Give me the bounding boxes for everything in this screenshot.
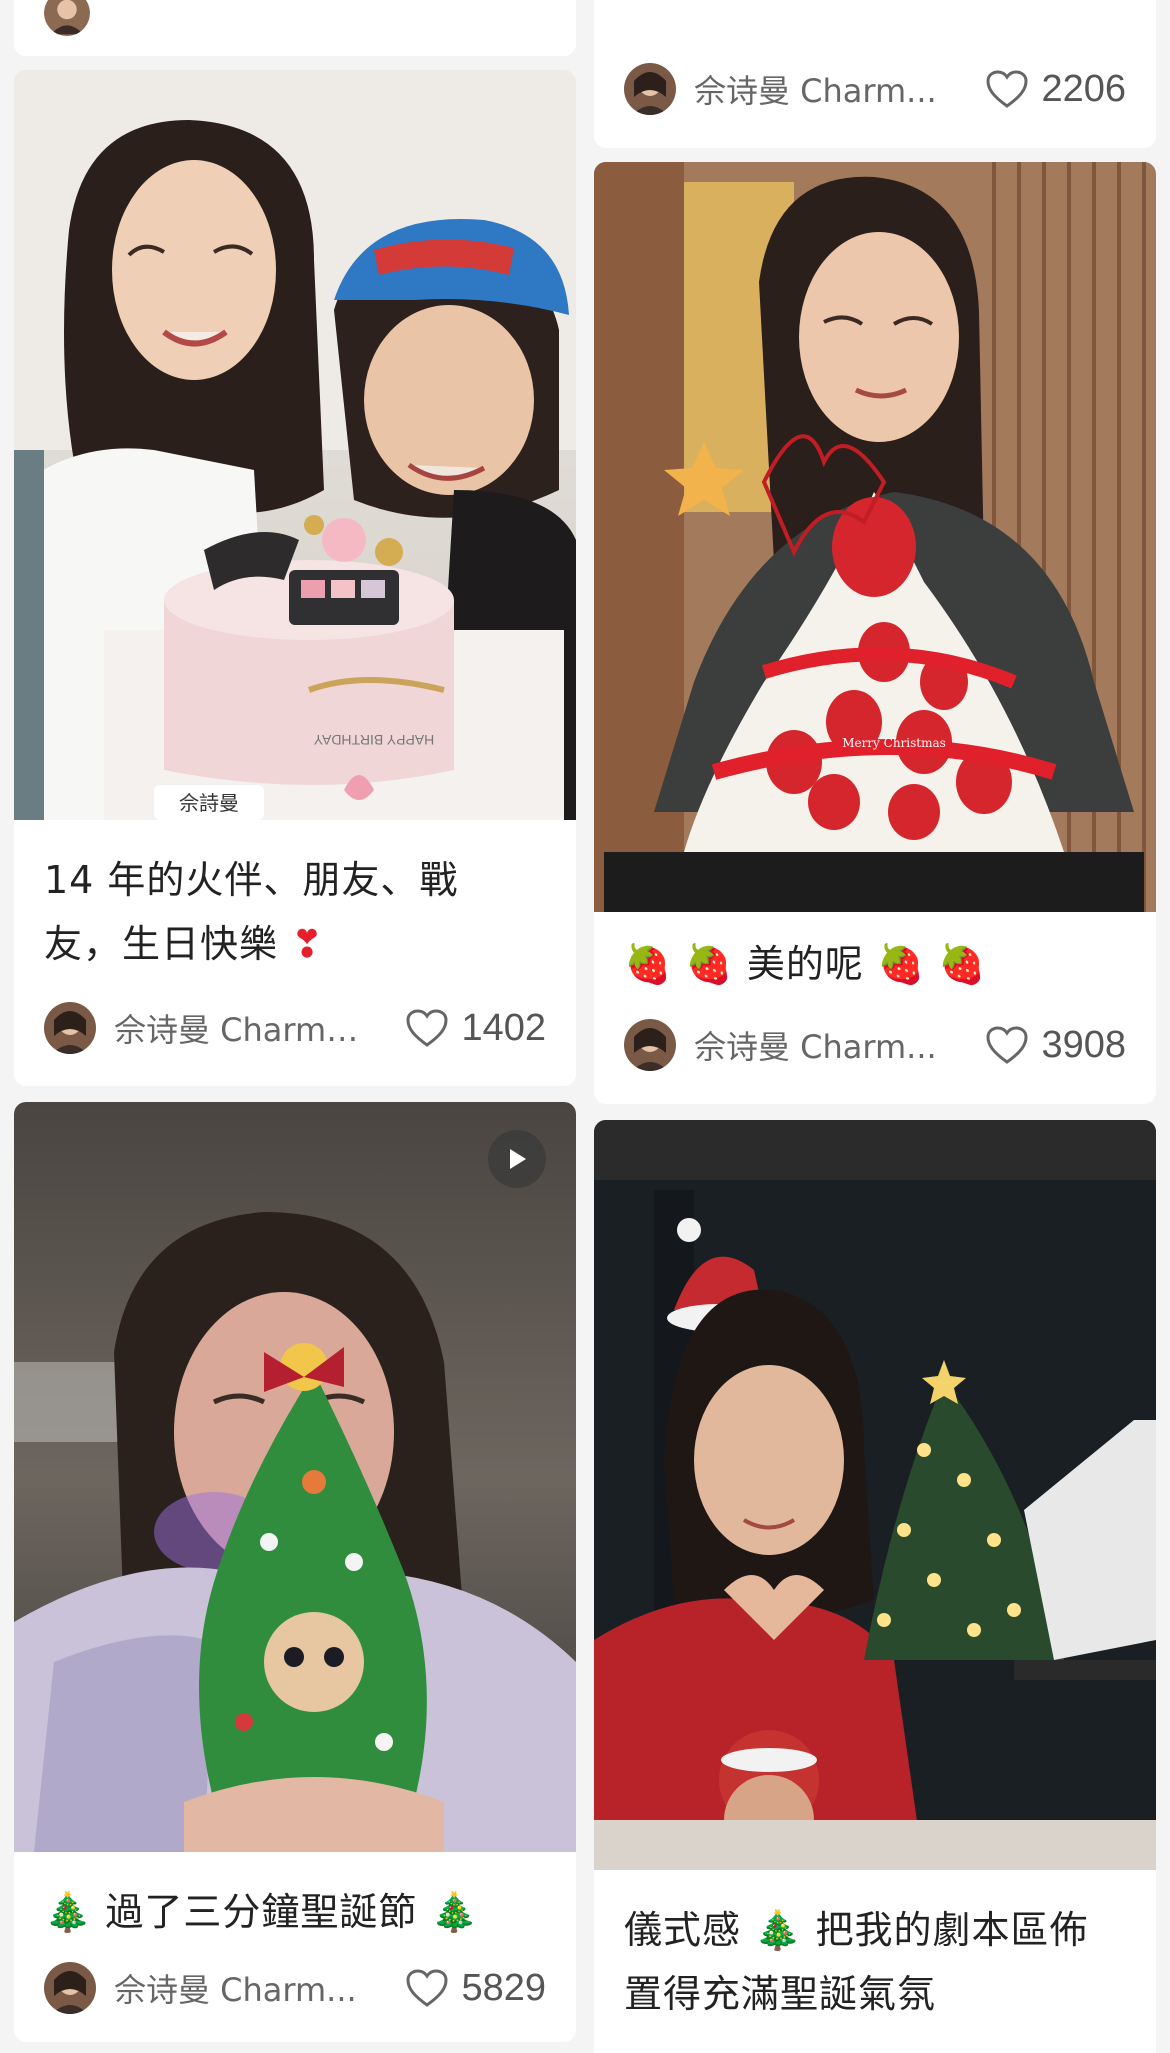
author-avatar[interactable] xyxy=(44,0,90,36)
heart-exclamation-emoji: ❣ xyxy=(291,922,324,966)
post-title-part-2: 把我的劇本區佈 xyxy=(815,1908,1089,1952)
svg-text:Merry Christmas: Merry Christmas xyxy=(842,736,946,750)
birthday-photo: HAPPY BIRTHDAY 佘詩曼 xyxy=(14,70,576,820)
svg-text:HAPPY BIRTHDAY: HAPPY BIRTHDAY xyxy=(313,732,434,748)
author-name[interactable]: 佘诗曼 Charm... xyxy=(694,1022,954,1068)
post-meta: 佘诗曼 Charm... 3908 xyxy=(624,1017,1126,1073)
post-title-line-1: 14 年的火伴、朋友、戰 xyxy=(44,858,459,902)
post-video-thumbnail[interactable] xyxy=(14,1102,576,1852)
post-title-line-2: 友，生日快樂 ❣ xyxy=(44,912,550,976)
strawberry-emoji: 🍓 xyxy=(876,942,926,986)
post-meta: 佘诗曼 Charma... 1402 xyxy=(44,1000,546,1056)
play-icon xyxy=(510,1149,526,1169)
post-title-part-1: 儀式感 xyxy=(624,1908,742,1952)
post-image[interactable]: HAPPY BIRTHDAY 佘詩曼 xyxy=(14,70,576,820)
author-avatar[interactable] xyxy=(624,1019,676,1071)
ceremony-photo xyxy=(594,1120,1156,1870)
post-image[interactable] xyxy=(594,1120,1156,1870)
post-card-ceremony[interactable]: 儀式感 🎄 把我的劇本區佈 置得充滿聖誕氣氛 xyxy=(594,1120,1156,2053)
like-count: 3908 xyxy=(1041,1023,1126,1066)
author-avatar[interactable] xyxy=(44,1002,96,1054)
post-card-birthday[interactable]: HAPPY BIRTHDAY 佘詩曼 14 年的火伴、朋友、戰 友，生日快樂 ❣… xyxy=(14,70,576,1086)
post-meta: 佘诗曼 Charm... 2206 xyxy=(624,61,1126,117)
author-name[interactable]: 佘诗曼 Charm... xyxy=(694,66,954,112)
post-card-christmas-video[interactable]: 🎄 過了三分鐘聖誕節 🎄 佘诗曼 Charm... 5829 xyxy=(14,1102,576,2042)
like-count: 5829 xyxy=(461,1966,546,2009)
feed-viewport: 佘诗曼 Charm... 2206 HAPPY BIRTHDAY 佘詩曼 14 … xyxy=(0,0,1170,2053)
heart-outline-icon xyxy=(406,1009,448,1047)
strawberry-emoji: 🍓 xyxy=(685,942,734,986)
post-title[interactable]: 🍓 🍓 美的呢 🍓 🍓 xyxy=(624,932,1130,996)
christmas-video-photo xyxy=(14,1102,576,1852)
post-image[interactable]: Merry Christmas xyxy=(594,162,1156,912)
post-meta: 佘诗曼 Charm... 5829 xyxy=(44,1960,546,2016)
like-button[interactable]: 3908 xyxy=(985,1024,1126,1067)
strawberry-emoji: 🍓 xyxy=(624,942,673,986)
christmas-tree-emoji: 🎄 xyxy=(430,1890,479,1934)
like-button[interactable]: 2206 xyxy=(985,68,1126,111)
post-title-line-1: 儀式感 🎄 把我的劇本區佈 xyxy=(624,1898,1130,1962)
post-title[interactable]: 🎄 過了三分鐘聖誕節 🎄 xyxy=(44,1880,550,1944)
strawberry-tree-photo: Merry Christmas xyxy=(594,162,1156,912)
post-title[interactable]: 14 年的火伴、朋友、戰 友，生日快樂 ❣ xyxy=(44,848,550,976)
post-title-text: 美的呢 xyxy=(746,942,864,986)
heart-outline-icon xyxy=(986,70,1028,108)
heart-outline-icon xyxy=(406,1969,448,2007)
post-title-line-2: 置得充滿聖誕氣氛 xyxy=(624,1972,937,2016)
post-title[interactable]: 儀式感 🎄 把我的劇本區佈 置得充滿聖誕氣氛 xyxy=(624,1898,1130,2026)
like-button[interactable]: 1402 xyxy=(405,1007,546,1050)
like-button[interactable]: 5829 xyxy=(405,1967,546,2010)
video-play-badge[interactable] xyxy=(488,1130,546,1188)
post-title-line-2-text: 友，生日快樂 xyxy=(44,922,279,966)
post-title-text: 過了三分鐘聖誕節 xyxy=(105,1890,418,1934)
post-card-partial-left[interactable] xyxy=(14,0,576,56)
post-card-strawberry[interactable]: Merry Christmas 🍓 🍓 美的呢 🍓 🍓 佘诗曼 Charm...… xyxy=(594,162,1156,1104)
heart-outline-icon xyxy=(986,1026,1028,1064)
author-name[interactable]: 佘诗曼 Charma... xyxy=(114,1005,374,1051)
christmas-tree-emoji: 🎄 xyxy=(754,1908,803,1952)
author-avatar[interactable] xyxy=(44,1962,96,2014)
author-avatar[interactable] xyxy=(624,63,676,115)
strawberry-emoji: 🍓 xyxy=(938,942,987,986)
cake-signature: 佘詩曼 xyxy=(179,791,239,815)
post-card-partial-right[interactable]: 佘诗曼 Charm... 2206 xyxy=(594,0,1156,148)
like-count: 2206 xyxy=(1041,67,1126,110)
like-count: 1402 xyxy=(461,1006,546,1049)
author-name[interactable]: 佘诗曼 Charm... xyxy=(114,1965,374,2011)
christmas-tree-emoji: 🎄 xyxy=(44,1890,93,1934)
